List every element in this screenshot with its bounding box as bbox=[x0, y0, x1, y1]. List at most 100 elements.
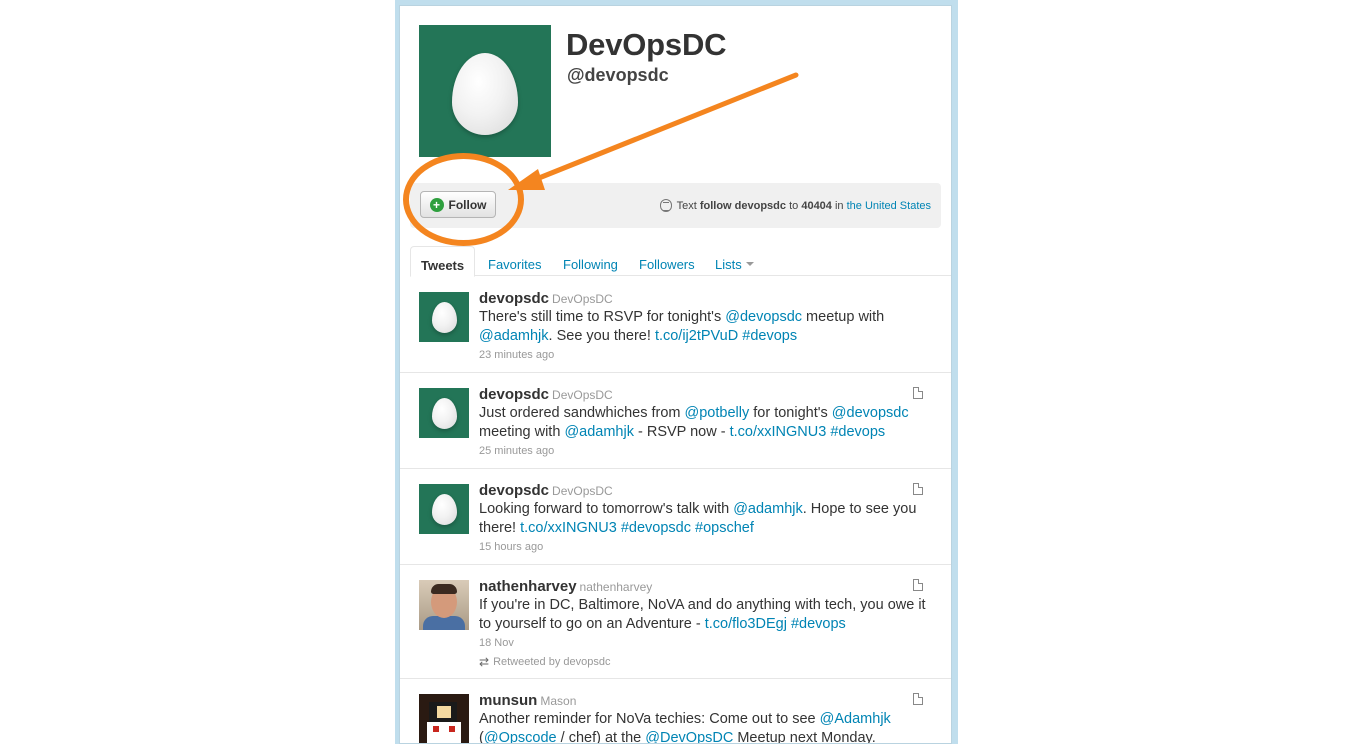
tweet-text-plain: / chef) at the bbox=[556, 730, 646, 744]
tweet-body: devopsdc DevOpsDC There's still time to R… bbox=[479, 290, 939, 361]
tweet-avatar[interactable] bbox=[419, 484, 469, 534]
tweet-screen-name[interactable]: devopsdc bbox=[479, 482, 549, 499]
mention-link[interactable]: @Opscode bbox=[484, 730, 557, 743]
mention-link[interactable]: @devopsdc bbox=[832, 405, 909, 421]
tweet-item[interactable]: devopsdc DevOpsDC Looking forward to tomo… bbox=[400, 469, 951, 565]
tab-favorites[interactable]: Favorites bbox=[488, 246, 541, 276]
retweet-attribution: ⇄ Retweeted by devopsdc bbox=[479, 655, 939, 669]
plus-icon: + bbox=[429, 197, 444, 212]
tweet-body: devopsdc DevOpsDC Looking forward to tomo… bbox=[479, 482, 939, 553]
sms-in: in bbox=[834, 199, 844, 212]
hashtag-link[interactable]: #opschef bbox=[695, 520, 754, 536]
profile-frame: DevOpsDC @devopsdc + Follow Text follow … bbox=[395, 0, 958, 744]
caret-down-icon bbox=[745, 261, 754, 266]
tweet-avatar[interactable] bbox=[419, 580, 469, 630]
hashtag-link[interactable]: #devops bbox=[791, 616, 846, 632]
avatar-pixel-block bbox=[449, 726, 455, 732]
retweeted-by-label[interactable]: Retweeted by devopsdc bbox=[493, 656, 610, 668]
tweet-text-plain: - RSVP now - bbox=[633, 424, 730, 440]
annotation-arrow-shaft bbox=[531, 72, 799, 183]
tweet-full-name[interactable]: DevOpsDC bbox=[552, 292, 613, 306]
sms-prefix: Text bbox=[676, 199, 697, 212]
url-link[interactable]: t.co/flo3DEgj bbox=[705, 616, 787, 632]
tweet-avatar[interactable] bbox=[419, 292, 469, 342]
mention-link[interactable]: @devopsdc bbox=[725, 309, 802, 325]
mention-link[interactable]: @DevOpsDC bbox=[645, 730, 733, 743]
tweet-screen-name[interactable]: devopsdc bbox=[479, 386, 549, 403]
tab-lists-label: Lists bbox=[715, 257, 742, 272]
profile-avatar[interactable] bbox=[419, 25, 551, 157]
avatar-pixel-block bbox=[433, 726, 439, 732]
egg-icon bbox=[432, 494, 457, 525]
sms-to: to bbox=[789, 199, 799, 212]
tweet-text-plain: meetup with bbox=[802, 309, 885, 325]
tab-followers[interactable]: Followers bbox=[639, 246, 695, 276]
tweet-item[interactable]: nathenharvey nathenharvey If you're in DC… bbox=[400, 565, 951, 679]
tweet-text-plain: Looking forward to tomorrow's talk with bbox=[479, 501, 734, 517]
profile-panel: DevOpsDC @devopsdc + Follow Text follow … bbox=[399, 5, 952, 744]
tweet-text: Looking forward to tomorrow's talk with … bbox=[479, 500, 939, 538]
tweet-text: If you're in DC, Baltimore, NoVA and do … bbox=[479, 596, 939, 634]
avatar-pixel-block bbox=[437, 706, 451, 718]
tweet-header: devopsdc DevOpsDC bbox=[479, 290, 939, 307]
tweet-item[interactable]: munsun Mason Another reminder for NoVa te… bbox=[400, 679, 951, 744]
hashtag-link[interactable]: #devops bbox=[830, 424, 885, 440]
tweet-header: devopsdc DevOpsDC bbox=[479, 386, 939, 403]
tweet-full-name[interactable]: DevOpsDC bbox=[552, 484, 613, 498]
tweet-body: munsun Mason Another reminder for NoVa te… bbox=[479, 692, 939, 744]
tweet-item[interactable]: devopsdc DevOpsDC Just ordered sandwhiche… bbox=[400, 373, 951, 469]
mention-link[interactable]: @adamhjk bbox=[564, 424, 634, 440]
tweet-full-name[interactable]: Mason bbox=[540, 694, 576, 708]
url-link[interactable]: t.co/ij2tPVuD bbox=[655, 328, 738, 344]
tweet-text-plain: meeting with bbox=[479, 424, 565, 440]
avatar-photo-shirt bbox=[423, 616, 465, 630]
sms-follow-info: Text follow devopsdc to 40404 in the Uni… bbox=[659, 199, 931, 212]
tweet-body: devopsdc DevOpsDC Just ordered sandwhiche… bbox=[479, 386, 939, 457]
tweet-timestamp[interactable]: 25 minutes ago bbox=[479, 445, 939, 457]
profile-action-bar: + Follow Text follow devopsdc to 40404 i… bbox=[410, 183, 941, 228]
egg-icon bbox=[452, 53, 518, 135]
tweet-text: There's still time to RSVP for tonight's… bbox=[479, 308, 939, 346]
profile-tabs: Tweets Favorites Following Followers Lis… bbox=[410, 246, 951, 277]
tweet-timestamp[interactable]: 18 Nov bbox=[479, 637, 939, 649]
mention-link[interactable]: @potbelly bbox=[685, 405, 750, 421]
mention-link[interactable]: @adamhjk bbox=[479, 328, 549, 344]
profile-handle: @devopsdc bbox=[567, 65, 669, 85]
hashtag-link[interactable]: #devops bbox=[742, 328, 797, 344]
tweet-body: nathenharvey nathenharvey If you're in DC… bbox=[479, 578, 939, 669]
hashtag-link[interactable]: #devopsdc bbox=[621, 520, 691, 536]
tweet-full-name[interactable]: DevOpsDC bbox=[552, 388, 613, 402]
egg-icon bbox=[432, 302, 457, 333]
phone-icon bbox=[659, 199, 672, 212]
url-link[interactable]: t.co/xxINGNU3 bbox=[730, 424, 827, 440]
tweet-avatar[interactable] bbox=[419, 694, 469, 743]
sms-country-link[interactable]: the United States bbox=[847, 200, 931, 212]
tweet-item[interactable]: devopsdc DevOpsDC There's still time to R… bbox=[400, 277, 951, 373]
follow-button[interactable]: + Follow bbox=[420, 191, 496, 218]
tweet-avatar[interactable] bbox=[419, 388, 469, 438]
tweet-timestamp[interactable]: 15 hours ago bbox=[479, 541, 939, 553]
url-link[interactable]: t.co/xxINGNU3 bbox=[520, 520, 617, 536]
tweet-header: munsun Mason bbox=[479, 692, 939, 709]
tweet-text-plain: Meetup next Monday. bbox=[733, 730, 876, 744]
avatar-photo-hair bbox=[431, 584, 457, 594]
tweet-text: Another reminder for NoVa techies: Come … bbox=[479, 710, 939, 744]
tweet-text-plain: Just ordered sandwhiches from bbox=[479, 405, 685, 421]
mention-link[interactable]: @Adamhjk bbox=[820, 711, 891, 727]
tab-tweets[interactable]: Tweets bbox=[410, 246, 476, 277]
follow-button-label: Follow bbox=[448, 197, 487, 212]
tab-following[interactable]: Following bbox=[563, 246, 618, 276]
tweet-text-plain: for tonight's bbox=[749, 405, 832, 421]
tweet-screen-name[interactable]: devopsdc bbox=[479, 290, 549, 307]
tweet-screen-name[interactable]: nathenharvey bbox=[479, 578, 577, 595]
tweet-screen-name[interactable]: munsun bbox=[479, 692, 537, 709]
tab-lists[interactable]: Lists bbox=[715, 246, 754, 276]
sms-number: 40404 bbox=[801, 199, 832, 212]
tweet-header: devopsdc DevOpsDC bbox=[479, 482, 939, 499]
tweet-text-plain: Another reminder for NoVa techies: Come … bbox=[479, 711, 820, 727]
tweet-full-name[interactable]: nathenharvey bbox=[580, 580, 653, 594]
tweet-timestamp[interactable]: 23 minutes ago bbox=[479, 349, 939, 361]
egg-icon bbox=[432, 398, 457, 429]
mention-link[interactable]: @adamhjk bbox=[733, 501, 803, 517]
tweet-text-plain: There's still time to RSVP for tonight's bbox=[479, 309, 726, 325]
